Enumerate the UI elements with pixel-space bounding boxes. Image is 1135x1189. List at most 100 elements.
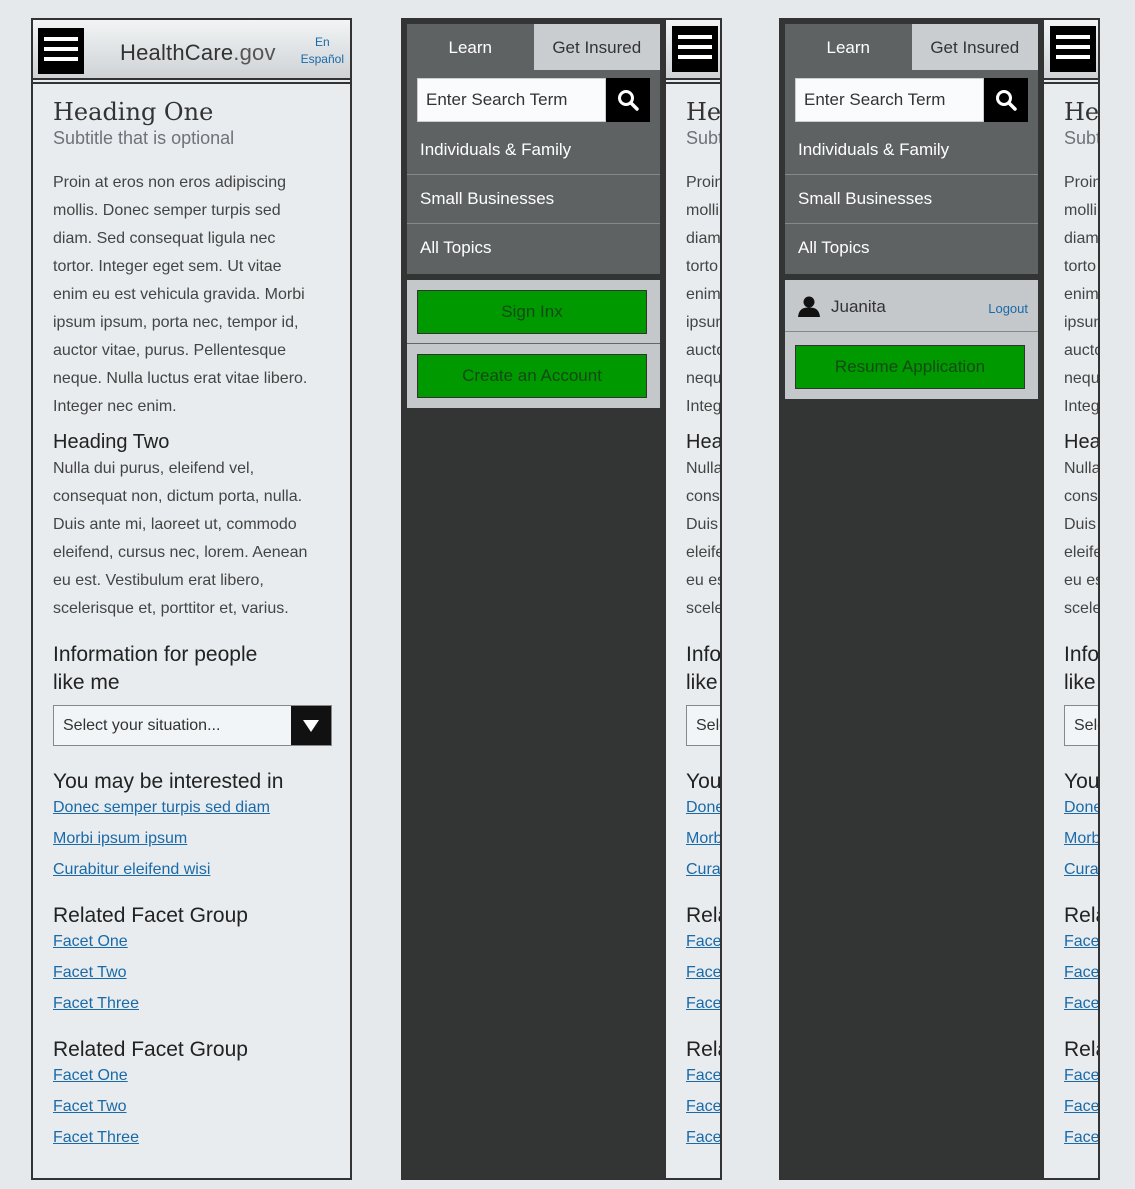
- facet-link[interactable]: Face: [686, 1097, 720, 1117]
- interested-link[interactable]: Morbi ipsum ipsum: [53, 829, 332, 849]
- interested-link[interactable]: Morb: [686, 829, 720, 849]
- facet-link[interactable]: Face: [1064, 994, 1098, 1014]
- nav-item-individuals-family[interactable]: Individuals & Family: [785, 126, 1038, 175]
- facet-link[interactable]: Face: [1064, 1066, 1098, 1086]
- situation-select[interactable]: Select your situation...: [53, 705, 332, 746]
- body-paragraph-1: Proin molli diam torto enim ipsum aucto …: [686, 169, 722, 421]
- search-button[interactable]: [984, 78, 1028, 122]
- drawer-tabs: Learn Get Insured: [785, 24, 1038, 70]
- tab-learn[interactable]: Learn: [785, 24, 912, 70]
- para-line: Nulla dui purus, eleifend vel,: [53, 460, 255, 477]
- para-line: diam: [1064, 230, 1099, 247]
- interested-links: Donec Morb Cura: [1064, 798, 1098, 880]
- nav-item-individuals-family[interactable]: Individuals & Family: [407, 126, 660, 175]
- drawer-tabs: Learn Get Insured: [407, 24, 660, 70]
- nav-item-small-businesses[interactable]: Small Businesses: [785, 175, 1038, 224]
- para-line: Proin at eros non eros adipiscing: [53, 174, 287, 191]
- facet-link[interactable]: Face: [1064, 963, 1098, 983]
- facet-link[interactable]: Facet Two: [53, 1097, 332, 1117]
- interested-link[interactable]: Morb: [1064, 829, 1098, 849]
- facet-links: Facet One Facet Two Facet Three: [53, 1066, 332, 1148]
- para-line: Proin: [686, 174, 722, 191]
- nav-item-small-businesses[interactable]: Small Businesses: [407, 175, 660, 224]
- info-heading-line: Information for people: [53, 643, 258, 666]
- search-row: Enter Search Term: [417, 78, 650, 122]
- para-line: aucto: [686, 342, 722, 359]
- para-line: Duis: [1064, 516, 1097, 533]
- select-value: Sele: [1074, 717, 1098, 734]
- facet-link[interactable]: Facet Two: [53, 963, 332, 983]
- hamburger-menu-icon[interactable]: [38, 28, 84, 74]
- facet-link[interactable]: Face: [686, 994, 720, 1014]
- search-input[interactable]: Enter Search Term: [417, 78, 606, 122]
- interested-link[interactable]: Cura: [686, 860, 720, 880]
- para-line: ipsum: [686, 314, 720, 331]
- facet-link[interactable]: Face: [1064, 1097, 1098, 1117]
- logout-link[interactable]: Logout: [988, 301, 1028, 316]
- hamburger-menu-icon[interactable]: [1050, 26, 1096, 72]
- lang-es-link[interactable]: Español: [301, 51, 344, 68]
- hamburger-menu-icon[interactable]: [672, 26, 718, 72]
- sign-in-button[interactable]: Sign Inx: [417, 290, 647, 334]
- site-logo[interactable]: HealthCare.gov: [120, 40, 276, 66]
- info-heading-line: like me: [53, 671, 120, 694]
- interested-link[interactable]: Donec semper turpis sed diam: [53, 798, 332, 818]
- facet-links: Face Face Face: [1064, 932, 1098, 1014]
- para-line: Integ: [686, 398, 722, 415]
- para-line: eleifend, cursus nec, lorem. Aenean: [53, 544, 308, 561]
- phone-menu-signed-in: Hea Subt Proin molli diam torto enim ips…: [779, 18, 1100, 1180]
- interested-link[interactable]: Donec: [686, 798, 720, 818]
- tab-learn[interactable]: Learn: [407, 24, 534, 70]
- situation-select[interactable]: Sele: [686, 705, 720, 746]
- dropdown-arrow-icon[interactable]: [291, 706, 331, 745]
- create-account-button[interactable]: Create an Account: [417, 354, 647, 398]
- nav-drawer: Learn Get Insured Enter Search Term Indi…: [785, 24, 1038, 399]
- interested-link[interactable]: Cura: [1064, 860, 1098, 880]
- facet-link[interactable]: Facet Three: [53, 1128, 332, 1148]
- facet-link[interactable]: Face: [1064, 932, 1098, 952]
- interested-link[interactable]: Donec: [1064, 798, 1098, 818]
- para-line: nequ: [686, 370, 722, 387]
- user-icon: [798, 296, 820, 317]
- search-button[interactable]: [606, 78, 650, 122]
- facet-links: Face Face Face: [686, 1066, 720, 1148]
- interested-heading: You: [1064, 770, 1100, 793]
- para-line: Nulla: [1064, 460, 1100, 477]
- select-value: Select your situation...: [63, 717, 221, 734]
- para-line: molli: [1064, 202, 1097, 219]
- para-line: ipsum ipsum, porta nec, tempor id,: [53, 314, 299, 331]
- tab-get-insured[interactable]: Get Insured: [911, 24, 1038, 70]
- facet-group-heading: Related Facet Group: [53, 1038, 248, 1061]
- facet-group-heading: Related Facet Group: [53, 904, 248, 927]
- nav-panel: Enter Search Term Individuals & Family S…: [407, 70, 660, 274]
- logo-text: HealthCare: [120, 40, 234, 65]
- para-line: scelerisque et, porttitor et, varius.: [53, 600, 289, 617]
- search-input[interactable]: Enter Search Term: [795, 78, 984, 122]
- body-paragraph-1: Proin at eros non eros adipiscing mollis…: [53, 169, 332, 421]
- facet-link[interactable]: Facet One: [53, 1066, 332, 1086]
- nav-item-all-topics[interactable]: All Topics: [785, 224, 1038, 274]
- facet-link[interactable]: Facet One: [53, 932, 332, 952]
- nav-item-all-topics[interactable]: All Topics: [407, 224, 660, 274]
- tab-get-insured[interactable]: Get Insured: [533, 24, 660, 70]
- para-line: Nulla: [686, 460, 722, 477]
- peek-page: Hea Subt Proin molli diam torto enim ips…: [664, 20, 722, 1178]
- facet-link[interactable]: Facet Three: [53, 994, 332, 1014]
- para-line: Proin: [1064, 174, 1100, 191]
- facet-link[interactable]: Face: [686, 1066, 720, 1086]
- lang-en-link[interactable]: En: [301, 34, 344, 51]
- interested-link[interactable]: Curabitur eleifend wisi: [53, 860, 332, 880]
- page-content: Hea Subt Proin molli diam torto enim ips…: [666, 82, 722, 1178]
- situation-select[interactable]: Sele: [1064, 705, 1098, 746]
- para-line: torto: [1064, 258, 1097, 275]
- facet-group-heading: Rela: [1064, 1038, 1098, 1061]
- para-line: enim: [1064, 286, 1099, 303]
- facet-link[interactable]: Face: [686, 1128, 720, 1148]
- facet-link[interactable]: Face: [686, 932, 720, 952]
- facet-link[interactable]: Face: [1064, 1128, 1098, 1148]
- resume-application-button[interactable]: Resume Application: [795, 345, 1025, 389]
- phone-menu-signed-out: Hea Subt Proin molli diam torto enim ips…: [401, 18, 722, 1180]
- facet-link[interactable]: Face: [686, 963, 720, 983]
- para-line: cons: [1064, 488, 1098, 505]
- facet-group-heading: Rela: [686, 1038, 720, 1061]
